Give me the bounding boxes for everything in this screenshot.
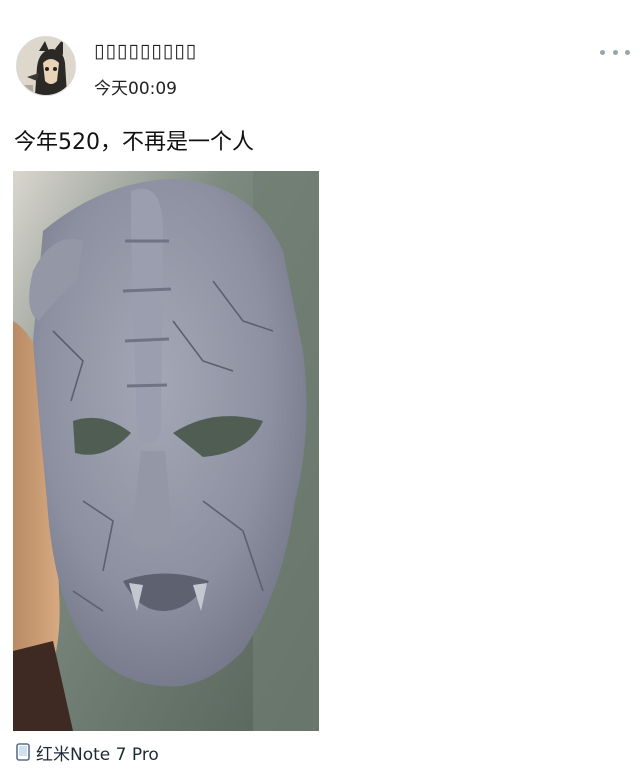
more-dot-icon xyxy=(625,49,630,55)
username[interactable]: ▯▯▯▯▯▯▯▯▯ xyxy=(94,40,197,62)
phone-icon xyxy=(16,743,30,761)
post-timestamp: 今天00:09 xyxy=(94,79,177,99)
more-dot-icon xyxy=(600,49,605,55)
device-label: 红米Note 7 Pro xyxy=(36,744,159,765)
stone-mask-image xyxy=(13,171,319,731)
more-options-button[interactable] xyxy=(600,44,630,60)
post-photo[interactable] xyxy=(13,171,319,731)
more-dot-icon xyxy=(612,49,618,55)
post-text: 今年520，不再是一个人 xyxy=(14,130,254,155)
avatar-character-icon xyxy=(17,37,75,95)
avatar[interactable] xyxy=(16,36,76,96)
post-header: ▯▯▯▯▯▯▯▯▯ 今天00:09 xyxy=(0,0,640,110)
device-source: 红米Note 7 Pro xyxy=(16,740,159,765)
